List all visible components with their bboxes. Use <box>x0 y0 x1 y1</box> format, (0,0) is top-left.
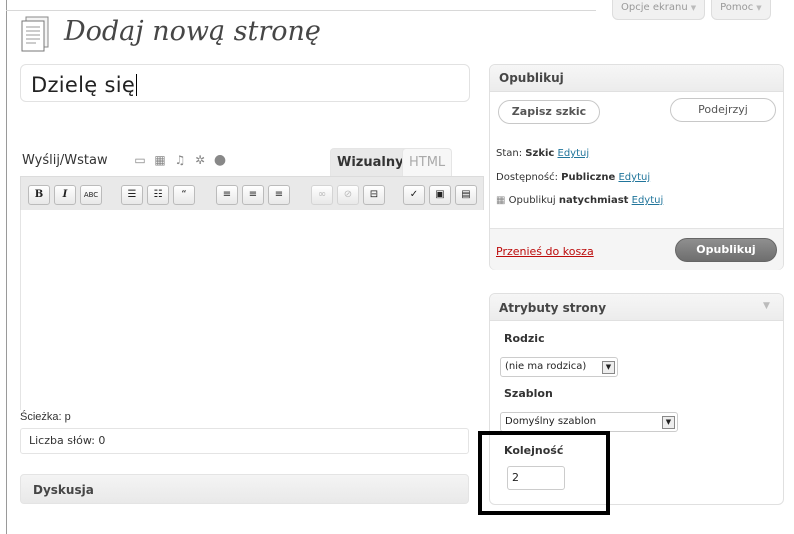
align-right-icon[interactable]: ≡ <box>268 185 290 205</box>
align-left-icon[interactable]: ≡ <box>216 185 238 205</box>
save-draft-button[interactable]: Zapisz szkic <box>498 100 600 124</box>
strikethrough-button[interactable]: ABC <box>80 185 102 205</box>
schedule-label: Opublikuj <box>508 195 556 206</box>
publish-button[interactable]: Opublikuj <box>675 238 777 262</box>
preview-button[interactable]: Podejrzyj <box>670 98 776 122</box>
more-tag-icon[interactable]: ⊟ <box>363 185 385 205</box>
discussion-title: Dyskusja <box>33 483 94 497</box>
add-audio-icon[interactable]: ♫ <box>173 153 187 167</box>
pages-icon <box>20 16 52 52</box>
bullet-list-icon[interactable]: ☰ <box>121 185 143 205</box>
link-icon[interactable]: ∞ <box>311 185 333 205</box>
template-label: Szablon <box>504 387 553 400</box>
chevron-down-icon: ▼ <box>602 361 615 374</box>
add-video-icon[interactable]: ▦ <box>153 153 167 167</box>
visibility-line: Dostępność: Publiczne Edytuj <box>496 172 650 183</box>
publish-box-title: Opublikuj <box>499 71 564 85</box>
status-line: Stan: Szkic Edytuj <box>496 148 589 159</box>
add-media-icon[interactable]: ✲ <box>193 153 207 167</box>
chevron-down-icon: ▼ <box>690 4 697 12</box>
add-image-icon[interactable]: ▭ <box>133 153 147 167</box>
fullscreen-icon[interactable]: ▣ <box>429 185 451 205</box>
schedule-value: natychmiast <box>558 195 629 206</box>
tab-visual[interactable]: Wizualny <box>330 148 411 177</box>
collapse-arrow-icon[interactable]: ▼ <box>763 301 770 311</box>
numbered-list-icon[interactable]: ☷ <box>147 185 169 205</box>
tab-html[interactable]: HTML <box>402 148 453 177</box>
screen-meta-links: Opcje ekranu ▼ Pomoc ▼ <box>612 0 771 20</box>
help-button[interactable]: Pomoc ▼ <box>711 0 771 20</box>
publish-box: Opublikuj Zapisz szkic Podejrzyj Stan: S… <box>489 64 784 270</box>
editor-path: Ścieżka: p <box>20 411 71 423</box>
schedule-line: ▦ Opublikuj natychmiast Edytuj <box>496 195 663 206</box>
edit-schedule-link[interactable]: Edytuj <box>632 195 664 206</box>
status-value: Szkic <box>525 148 555 159</box>
upload-insert-label: Wyślij/Wstaw <box>22 153 108 168</box>
page-attributes-header[interactable]: Atrybuty strony ▼ <box>490 294 783 321</box>
post-title-value: Dzielę się <box>31 73 138 97</box>
edit-status-link[interactable]: Edytuj <box>558 148 590 159</box>
chevron-down-icon: ▼ <box>662 416 675 429</box>
align-center-icon[interactable]: ≡ <box>242 185 264 205</box>
page-title: Dodaj nową stronę <box>64 16 321 47</box>
visibility-label: Dostępność: <box>496 172 558 183</box>
highlight-box <box>478 431 610 515</box>
edit-visibility-link[interactable]: Edytuj <box>618 172 650 183</box>
screen-options-label: Opcje ekranu <box>621 2 688 13</box>
template-select-value: Domyślny szablon <box>505 416 597 427</box>
template-select[interactable]: Domyślny szablon ▼ <box>500 412 678 432</box>
bold-button[interactable]: B <box>28 185 50 205</box>
parent-select-value: (nie ma rodzica) <box>505 361 587 372</box>
word-count: Liczba słów: 0 <box>29 434 106 447</box>
publish-box-footer: Przenieś do kosza Opublikuj <box>490 228 783 270</box>
spellcheck-icon[interactable]: ✓ <box>403 185 425 205</box>
blockquote-icon[interactable]: “ <box>173 185 195 205</box>
move-to-trash-link[interactable]: Przenieś do kosza <box>496 245 594 258</box>
add-poll-icon[interactable]: ● <box>213 153 227 167</box>
page-attributes-title: Atrybuty strony <box>499 301 607 315</box>
parent-select[interactable]: (nie ma rodzica) ▼ <box>500 357 618 377</box>
text-caret <box>136 74 138 96</box>
calendar-icon: ▦ <box>496 195 506 206</box>
chevron-down-icon: ▼ <box>756 4 762 12</box>
post-title-input[interactable]: Dzielę się <box>20 64 470 102</box>
screen-options-button[interactable]: Opcje ekranu ▼ <box>612 0 706 20</box>
visibility-value: Publiczne <box>561 172 616 183</box>
italic-button[interactable]: I <box>54 185 76 205</box>
unlink-icon[interactable]: ⊘ <box>337 185 359 205</box>
status-label: Stan: <box>496 148 523 159</box>
media-buttons: ▭ ▦ ♫ ✲ ● <box>133 153 227 167</box>
kitchen-sink-icon[interactable]: ▤ <box>455 185 477 205</box>
editor-content-area[interactable] <box>20 210 484 410</box>
discussion-box-header[interactable]: Dyskusja <box>20 474 469 504</box>
window-left-edge <box>6 0 7 534</box>
help-label: Pomoc <box>720 2 754 13</box>
publish-box-header[interactable]: Opublikuj <box>490 65 783 92</box>
editor-toolbar: B I ABC ☰ ☷ “ ≡ ≡ ≡ ∞ ⊘ ⊟ ✓ ▣ ▤ <box>20 176 484 211</box>
parent-label: Rodzic <box>504 332 545 345</box>
word-count-bar: Liczba słów: 0 <box>20 428 469 454</box>
window-top-edge <box>6 10 596 11</box>
